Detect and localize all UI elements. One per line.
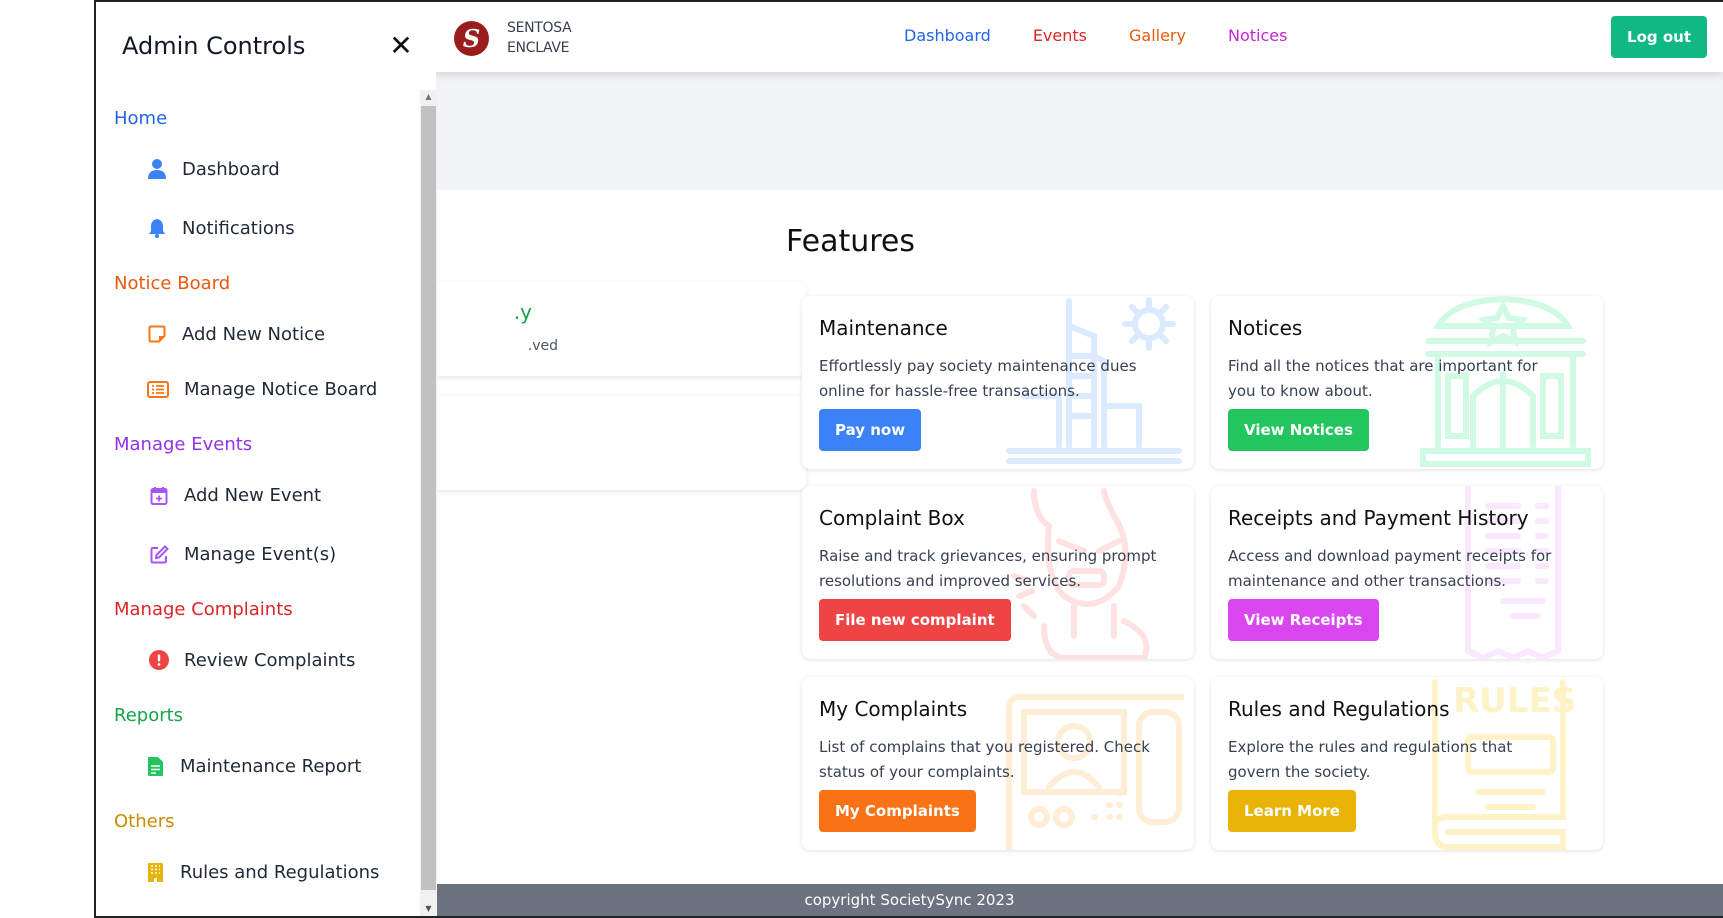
sidebar-item-add-new-event[interactable]: Add New Event — [148, 484, 321, 506]
card-title: My Complaints — [819, 697, 968, 721]
feature-card-my-complaints: My Complaints List of complains that you… — [802, 677, 1194, 850]
feature-card-rules: RULES Rules and Regulations Explore the … — [1211, 677, 1603, 850]
footer-copyright: copyright SocietySync 2023 — [804, 891, 1015, 909]
section-notice-board: Notice Board — [114, 273, 231, 294]
scroll-up-arrow-icon[interactable]: ▲ — [420, 90, 437, 104]
sidebar-item-rules-and-regulations[interactable]: Rules and Regulations — [144, 861, 379, 883]
sidebar-item-label: Notifications — [182, 217, 295, 239]
logout-button[interactable]: Log out — [1611, 16, 1707, 58]
sidebar-header: Admin Controls ✕ — [96, 2, 436, 90]
sidebar-item-label: Maintenance Report — [180, 755, 362, 777]
features-heading: Features — [786, 224, 915, 259]
exclamation-circle-icon — [148, 649, 170, 671]
card-title: Receipts and Payment History — [1228, 506, 1529, 530]
calendar-plus-icon — [148, 484, 170, 506]
scrollbar-thumb[interactable] — [421, 106, 436, 890]
sidebar-item-label: Dashboard — [182, 158, 280, 180]
view-notices-button[interactable]: View Notices — [1228, 409, 1369, 451]
section-home: Home — [114, 108, 168, 129]
admin-sidebar: Admin Controls ✕ Home Dashboard Notifica… — [96, 2, 437, 916]
feature-card-notices: Notices Find all the notices that are im… — [1211, 296, 1603, 469]
sidebar-item-add-new-notice[interactable]: Add New Notice — [146, 323, 325, 345]
feature-card-complaint-box: Complaint Box Raise and track grievances… — [802, 486, 1194, 659]
edit-icon — [148, 543, 170, 565]
nav-link-gallery[interactable]: Gallery — [1129, 26, 1186, 45]
list-icon — [146, 378, 170, 400]
nav-links: Dashboard Events Gallery Notices — [904, 26, 1329, 45]
learn-more-button[interactable]: Learn More — [1228, 790, 1356, 832]
card-description: Effortlessly pay society maintenance due… — [819, 357, 1137, 400]
card-description: List of complains that you registered. C… — [819, 738, 1150, 781]
document-icon — [144, 755, 166, 777]
sidebar-item-label: Add New Event — [184, 484, 322, 506]
section-manage-events: Manage Events — [114, 434, 253, 455]
card-title: Maintenance — [819, 316, 948, 340]
brand[interactable]: S SENTOSA ENCLAVE — [454, 18, 572, 58]
brand-line-2: ENCLAVE — [507, 40, 570, 56]
view-receipts-button[interactable]: View Receipts — [1228, 599, 1379, 641]
app-window: S SENTOSA ENCLAVE Dashboard Events Galle… — [94, 0, 1723, 918]
nav-link-dashboard[interactable]: Dashboard — [904, 26, 991, 45]
sidebar-menu: Home Dashboard Notifications Notice Boar… — [96, 90, 436, 916]
building-icon — [144, 861, 166, 883]
sidebar-item-notifications[interactable]: Notifications — [146, 217, 295, 239]
nav-link-notices[interactable]: Notices — [1228, 26, 1287, 45]
sidebar-item-dashboard[interactable]: Dashboard — [146, 158, 280, 180]
section-others: Others — [114, 811, 175, 832]
user-icon — [146, 158, 168, 180]
feature-card-maintenance: Maintenance Effortlessly pay society mai… — [802, 296, 1194, 469]
bell-icon — [146, 217, 168, 239]
card-description: Access and download payment receipts for… — [1228, 547, 1552, 590]
feature-card-receipts: Receipts and Payment History Access and … — [1211, 486, 1603, 659]
sidebar-title: Admin Controls — [122, 32, 306, 60]
card-description: Raise and track grievances, ensuring pro… — [819, 547, 1157, 590]
card-description: Find all the notices that are important … — [1228, 357, 1538, 400]
brand-name: SENTOSA ENCLAVE — [507, 18, 572, 58]
section-manage-complaints: Manage Complaints — [114, 599, 293, 620]
sidebar-item-manage-notice-board[interactable]: Manage Notice Board — [146, 378, 377, 400]
svg-text:RULES: RULES — [1453, 681, 1576, 721]
sidebar-item-label: Review Complaints — [184, 649, 356, 671]
card-description: Explore the rules and regulations that g… — [1228, 738, 1513, 781]
my-complaints-button[interactable]: My Complaints — [819, 790, 976, 832]
close-icon[interactable]: ✕ — [386, 32, 416, 62]
sidebar-item-maintenance-report[interactable]: Maintenance Report — [144, 755, 361, 777]
sidebar-item-label: Manage Event(s) — [184, 543, 337, 565]
section-reports: Reports — [114, 705, 184, 726]
pay-now-button[interactable]: Pay now — [819, 409, 922, 451]
sidebar-item-review-complaints[interactable]: Review Complaints — [148, 649, 355, 671]
sidebar-item-label: Rules and Regulations — [180, 861, 380, 883]
sidebar-scrollbar[interactable]: ▲ ▼ — [420, 90, 437, 916]
scroll-down-arrow-icon[interactable]: ▼ — [420, 902, 437, 916]
card-title: Complaint Box — [819, 506, 965, 530]
card-title: Rules and Regulations — [1228, 697, 1450, 721]
sidebar-item-manage-events[interactable]: Manage Event(s) — [148, 543, 336, 565]
brand-logo-icon: S — [454, 20, 489, 56]
card-title: Notices — [1228, 316, 1303, 340]
sidebar-item-label: Add New Notice — [182, 323, 326, 345]
nav-link-events[interactable]: Events — [1033, 26, 1087, 45]
sidebar-item-label: Manage Notice Board — [184, 378, 378, 400]
file-new-complaint-button[interactable]: File new complaint — [819, 599, 1011, 641]
brand-line-1: SENTOSA — [507, 20, 572, 36]
sticky-note-icon — [146, 323, 168, 345]
